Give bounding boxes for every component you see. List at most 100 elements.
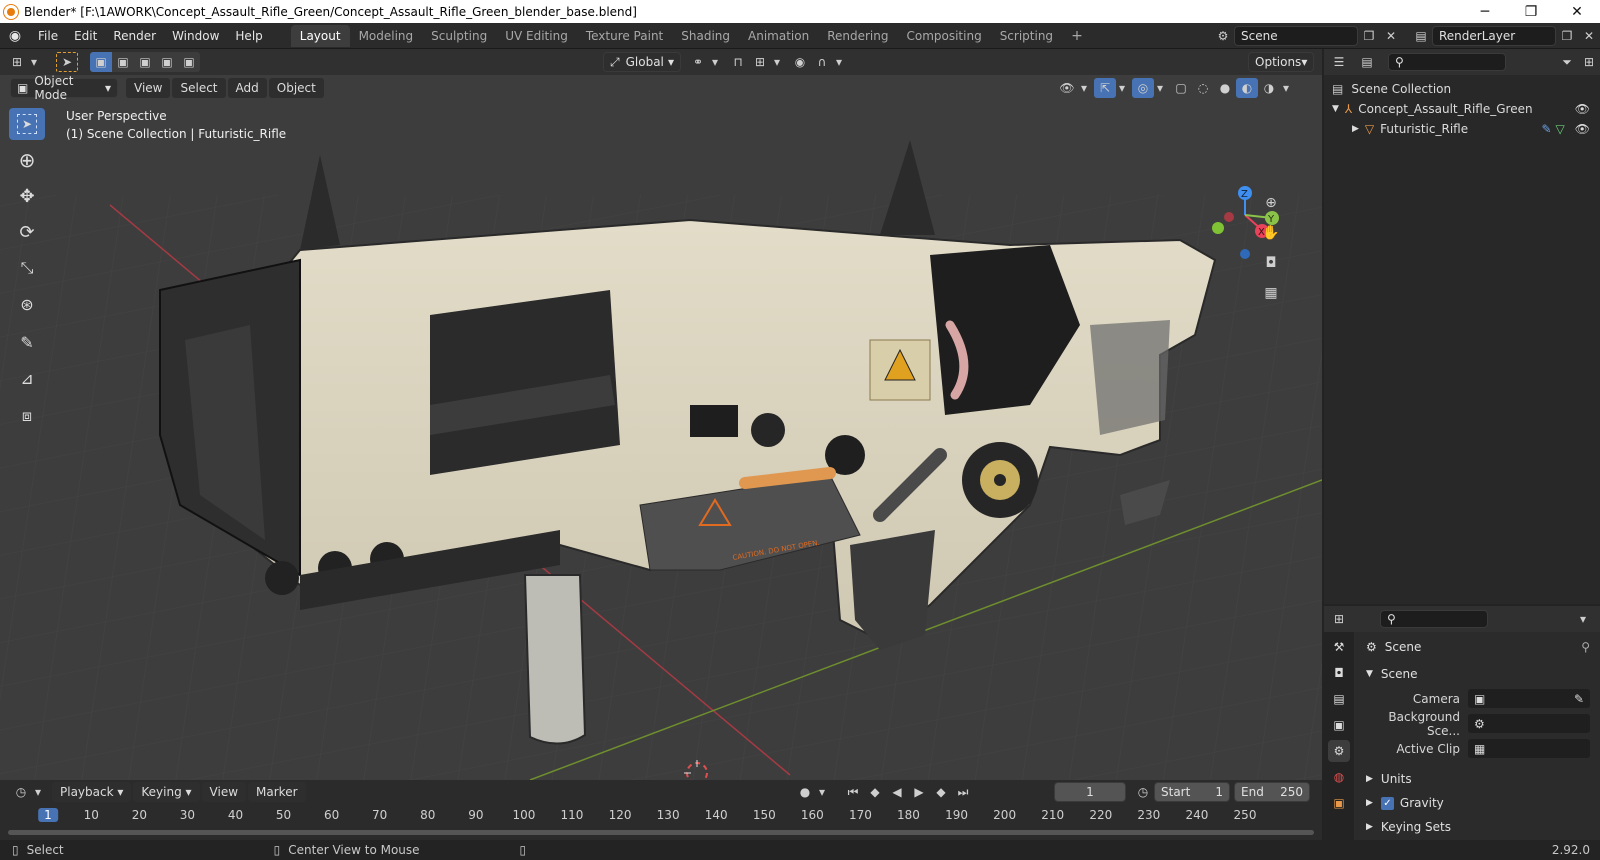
tab-layout[interactable]: Layout: [290, 24, 350, 47]
transform-tool[interactable]: ⊛: [9, 288, 45, 320]
menu-edit[interactable]: Edit: [66, 25, 105, 47]
eye-icon[interactable]: 👁: [1575, 122, 1590, 136]
tool-tab-icon[interactable]: ⚒: [1328, 636, 1350, 658]
world-tab-icon[interactable]: ◍: [1328, 766, 1350, 788]
mode-invert-icon[interactable]: ▣: [156, 52, 178, 72]
ruler-tick[interactable]: 220: [1089, 808, 1112, 822]
tab-scripting[interactable]: Scripting: [991, 25, 1062, 47]
active-clip-field[interactable]: ▦: [1468, 739, 1590, 758]
gravity-section-header[interactable]: ▶ ✓ Gravity: [1356, 791, 1600, 815]
dropdown-icon[interactable]: ▾: [833, 52, 845, 72]
visibility-eye-icon[interactable]: 👁: [1056, 78, 1078, 98]
timeline-scrollbar[interactable]: [8, 830, 1314, 835]
dropdown-icon[interactable]: ▾: [771, 52, 783, 72]
outliner-row-object[interactable]: ▶ ▽ Futuristic_Rifle ✎ ▽ 👁: [1324, 119, 1600, 139]
menu-object[interactable]: Object: [268, 78, 324, 98]
ruler-tick[interactable]: 10: [84, 808, 99, 822]
ruler-tick[interactable]: 1: [38, 808, 58, 822]
ruler-tick[interactable]: 140: [705, 808, 728, 822]
output-tab-icon[interactable]: ▤: [1328, 688, 1350, 710]
camera-field[interactable]: ▣ ✎: [1468, 689, 1590, 708]
add-cube-tool[interactable]: ⧈: [9, 400, 45, 432]
dropdown-icon[interactable]: ▾: [1154, 78, 1166, 98]
gravity-checkbox[interactable]: ✓: [1380, 796, 1394, 810]
rendered-shading-icon[interactable]: ◑: [1258, 78, 1280, 98]
camera-view-icon[interactable]: ◘: [1260, 248, 1282, 278]
ruler-tick[interactable]: 120: [609, 808, 632, 822]
options-dropdown[interactable]: Options ▾: [1248, 52, 1314, 72]
proportional-edit-icon[interactable]: ◉: [789, 52, 811, 72]
tab-sculpting[interactable]: Sculpting: [422, 25, 496, 47]
scale-tool[interactable]: ⤡: [9, 252, 45, 284]
zoom-icon[interactable]: ⊕: [1260, 188, 1282, 218]
ruler-tick[interactable]: 150: [753, 808, 776, 822]
mode-intersect-icon[interactable]: ▣: [178, 52, 200, 72]
outliner-row-collection[interactable]: ▼ ⅄ Concept_Assault_Rifle_Green 👁: [1324, 99, 1600, 119]
mesh-data-icon[interactable]: ▽: [1556, 122, 1565, 136]
ruler-tick[interactable]: 240: [1185, 808, 1208, 822]
close-button[interactable]: ✕: [1554, 4, 1600, 20]
editor-type-icon[interactable]: ☰: [1328, 52, 1350, 72]
collapse-arrow-icon[interactable]: ▼: [1332, 104, 1339, 114]
menu-window[interactable]: Window: [164, 25, 227, 47]
ruler-tick[interactable]: 80: [420, 808, 435, 822]
ruler-tick[interactable]: 100: [512, 808, 535, 822]
eyedropper-icon[interactable]: ✎: [1574, 692, 1584, 706]
move-tool[interactable]: ✥: [9, 180, 45, 212]
view-layer-icon[interactable]: ▤: [1410, 26, 1432, 46]
new-view-layer-icon[interactable]: ❐: [1556, 26, 1578, 46]
expand-arrow-icon[interactable]: ▶: [1352, 124, 1359, 134]
tab-animation[interactable]: Animation: [739, 25, 818, 47]
mode-extend-icon[interactable]: ▣: [112, 52, 134, 72]
mode-new-icon[interactable]: ▣: [90, 52, 112, 72]
3d-viewport[interactable]: CAUTION. DO NOT OPEN. Z X Y ➤ ⊕ ✥ ⟳ ⤡ ⊛ …: [0, 75, 1322, 780]
dropdown-icon[interactable]: ▾: [1280, 78, 1292, 98]
tab-modeling[interactable]: Modeling: [350, 25, 423, 47]
scene-icon[interactable]: ⚙: [1212, 26, 1234, 46]
display-mode-icon[interactable]: ▤: [1356, 52, 1378, 72]
restore-button[interactable]: ❐: [1508, 4, 1554, 20]
scene-selector[interactable]: Scene: [1234, 25, 1358, 46]
solid-shading-icon[interactable]: ●: [1214, 78, 1236, 98]
pivot-point-icon[interactable]: ⚭: [687, 52, 709, 72]
measure-tool[interactable]: ⊿: [9, 362, 45, 394]
delete-view-layer-icon[interactable]: ✕: [1578, 26, 1600, 46]
outliner-row-scene-collection[interactable]: ▤ Scene Collection: [1324, 79, 1600, 99]
material-shading-icon[interactable]: ◐: [1236, 78, 1258, 98]
delete-scene-icon[interactable]: ✕: [1380, 26, 1402, 46]
editor-type-icon[interactable]: ⊞: [6, 52, 28, 72]
overlay-toggle-icon[interactable]: ◎: [1132, 78, 1154, 98]
ruler-tick[interactable]: 90: [468, 808, 483, 822]
tab-shading[interactable]: Shading: [672, 25, 739, 47]
outliner-search[interactable]: ⚲: [1388, 53, 1506, 71]
ruler-tick[interactable]: 50: [276, 808, 291, 822]
filter-icon[interactable]: ⏷: [1556, 52, 1578, 72]
xray-toggle-icon[interactable]: ▢: [1170, 78, 1192, 98]
mode-dropdown[interactable]: ▣ Object Mode ▾: [10, 74, 118, 102]
scene-section-header[interactable]: ▼ Scene: [1356, 662, 1600, 686]
tab-texture-paint[interactable]: Texture Paint: [577, 25, 672, 47]
dropdown-icon[interactable]: ▾: [28, 52, 40, 72]
mode-subtract-icon[interactable]: ▣: [134, 52, 156, 72]
dropdown-icon[interactable]: ▾: [1078, 78, 1090, 98]
chevron-down-icon[interactable]: ▾: [1572, 609, 1594, 629]
ruler-tick[interactable]: 180: [897, 808, 920, 822]
properties-search[interactable]: ⚲: [1380, 610, 1488, 628]
snap-icon[interactable]: ⊓: [727, 52, 749, 72]
dropdown-icon[interactable]: ▾: [1116, 78, 1128, 98]
dropdown-icon[interactable]: ▾: [709, 52, 721, 72]
new-collection-icon[interactable]: ⊞: [1578, 52, 1600, 72]
ruler-tick[interactable]: 160: [801, 808, 824, 822]
tab-uv-editing[interactable]: UV Editing: [496, 25, 577, 47]
view-layer-selector[interactable]: RenderLayer: [1432, 25, 1556, 46]
tab-compositing[interactable]: Compositing: [897, 25, 990, 47]
menu-render[interactable]: Render: [105, 25, 164, 47]
minimize-button[interactable]: ─: [1462, 4, 1508, 20]
pan-hand-icon[interactable]: ✋: [1260, 218, 1282, 248]
ruler-tick[interactable]: 170: [849, 808, 872, 822]
menu-add[interactable]: Add: [227, 78, 267, 98]
ruler-tick[interactable]: 60: [324, 808, 339, 822]
editor-type-icon[interactable]: ⊞: [1328, 609, 1350, 629]
background-scene-field[interactable]: ⚙: [1468, 714, 1590, 733]
ortho-grid-icon[interactable]: ▦: [1260, 278, 1282, 308]
